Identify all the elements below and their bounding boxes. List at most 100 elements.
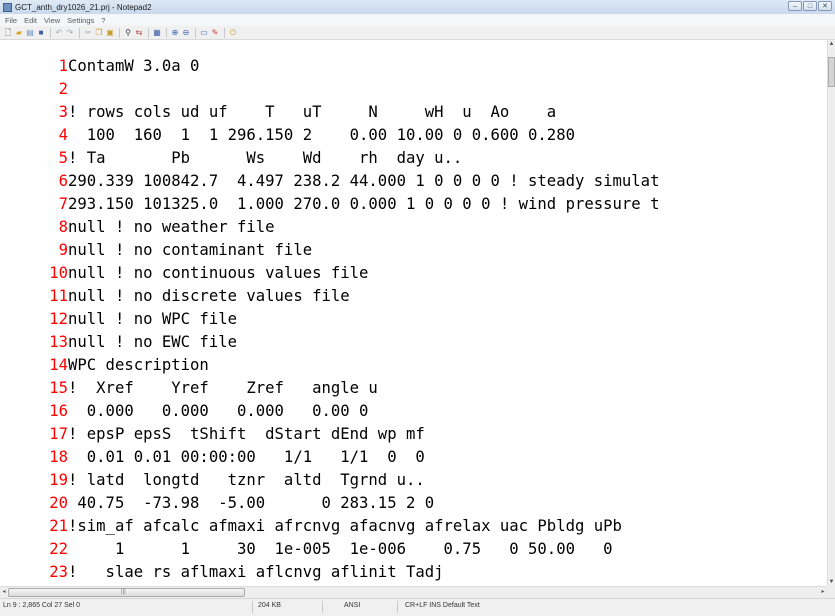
status-divider (252, 601, 253, 613)
close-button[interactable]: ✕ (818, 1, 832, 11)
editor-line: 12null ! no WPC file (0, 308, 237, 331)
line-text: null ! no continuous values file (68, 264, 369, 282)
menu-file[interactable]: File (5, 16, 17, 25)
scroll-grip-icon: ||| (121, 589, 126, 595)
line-number: 6 (58, 172, 68, 190)
scroll-up-arrow-icon[interactable]: ▲ (828, 40, 835, 48)
line-number: 12 (49, 310, 68, 328)
line-number: 11 (49, 287, 68, 305)
line-number: 4 (58, 126, 68, 144)
line-number: 15 (49, 379, 68, 397)
line-number: 5 (58, 149, 68, 167)
line-text: 290.339 100842.7 4.497 238.2 44.000 1 0 … (68, 172, 660, 190)
redo-icon[interactable]: ↷ (65, 28, 75, 38)
scrollbar-corner (827, 586, 835, 598)
find-icon[interactable]: ⚲ (123, 28, 133, 38)
line-text: !sim_af afcalc afmaxi afrcnvg afacnvg af… (68, 517, 622, 535)
maximize-button[interactable]: □ (803, 1, 817, 11)
line-text: 0.01 0.01 00:00:00 1/1 1/1 0 0 (68, 448, 425, 466)
toolbar-separator (195, 27, 196, 38)
status-eol-mode[interactable]: CR+LF INS Default Text (405, 602, 480, 609)
editor-line: 16 0.000 0.000 0.000 0.00 0 (0, 400, 368, 423)
line-text: WPC description (68, 356, 209, 374)
replace-icon[interactable]: ⇆ (134, 28, 144, 38)
line-text: null ! no WPC file (68, 310, 237, 328)
editor-line: 20 40.75 -73.98 -5.00 0 283.15 2 0 (0, 492, 434, 515)
editor-line: 9null ! no contaminant file (0, 239, 313, 262)
line-text: ! rows cols ud uf T uT N wH u Ao a (68, 103, 557, 121)
zoom-in-icon[interactable]: ⊕ (170, 28, 180, 38)
text-editor[interactable]: 1ContamW 3.0a 0 2 3! rows cols ud uf T uT … (0, 40, 827, 586)
line-text: 293.150 101325.0 1.000 270.0 0.000 1 0 0… (68, 195, 660, 213)
paste-icon[interactable]: ▣ (105, 28, 115, 38)
go-to-icon[interactable]: ▦ (152, 28, 162, 38)
line-number: 9 (58, 241, 68, 259)
open-folder-icon[interactable]: ▰ (14, 28, 24, 38)
line-text: ! slae rs aflmaxi aflcnvg aflinit Tadj (68, 563, 444, 581)
editor-line: 21!sim_af afcalc afmaxi afrcnvg afacnvg … (0, 515, 622, 538)
horizontal-scroll-thumb[interactable]: ||| (8, 588, 245, 597)
line-number: 8 (58, 218, 68, 236)
line-text: ContamW 3.0a 0 (68, 57, 200, 75)
new-file-icon[interactable]: 🗋 (3, 28, 13, 38)
editor-line: 11null ! no discrete values file (0, 285, 350, 308)
line-text: null ! no discrete values file (68, 287, 350, 305)
status-divider (397, 601, 398, 613)
line-text: ! Ta Pb Ws Wd rh day u.. (68, 149, 463, 167)
save-icon[interactable]: ■ (36, 28, 46, 38)
menu-view[interactable]: View (44, 16, 60, 25)
window-controls: – □ ✕ (788, 1, 832, 11)
status-encoding[interactable]: ANSI (344, 602, 360, 609)
window-title: GCT_anth_dry1026_21.prj - Notepad2 (15, 2, 152, 12)
browse-icon[interactable]: ▤ (25, 28, 35, 38)
line-text: 0.000 0.000 0.000 0.00 0 (68, 402, 369, 420)
toolbar-separator (224, 27, 225, 38)
editor-line: 13null ! no EWC file (0, 331, 237, 354)
minimize-button[interactable]: – (788, 1, 802, 11)
status-divider (322, 601, 323, 613)
line-number: 2 (58, 80, 68, 98)
menu-settings[interactable]: Settings (67, 16, 94, 25)
editor-line: 22 1 1 30 1e-005 1e-006 0.75 0 50.00 0 (0, 538, 613, 561)
copy-icon[interactable]: ❐ (94, 28, 104, 38)
status-bar: Ln 9 : 2,865 Col 27 Sel 0 204 KB ANSI CR… (0, 598, 835, 616)
editor-line: 5! Ta Pb Ws Wd rh day u.. (0, 147, 463, 170)
horizontal-scrollbar[interactable]: ◂ ||| ▸ (0, 586, 827, 598)
line-text: 40.75 -73.98 -5.00 0 283.15 2 0 (68, 494, 435, 512)
title-bar: GCT_anth_dry1026_21.prj - Notepad2 – □ ✕ (0, 0, 835, 14)
scroll-left-arrow-icon[interactable]: ◂ (0, 587, 8, 598)
notepad-app-icon (3, 2, 12, 12)
line-text: null ! no weather file (68, 218, 275, 236)
line-number: 18 (49, 448, 68, 466)
editor-line: 14WPC description (0, 354, 209, 377)
menu-edit[interactable]: Edit (24, 16, 37, 25)
editor-line: 1ContamW 3.0a 0 (0, 55, 200, 78)
undo-icon[interactable]: ↶ (54, 28, 64, 38)
scheme-icon[interactable]: ✎ (210, 28, 220, 38)
editor-line: 4 100 160 1 1 296.150 2 0.00 10.00 0 0.6… (0, 124, 575, 147)
line-number: 17 (49, 425, 68, 443)
scroll-right-arrow-icon[interactable]: ▸ (819, 587, 827, 598)
menu-help[interactable]: ? (101, 16, 105, 25)
line-text: 1 1 30 1e-005 1e-006 0.75 0 50.00 0 (68, 540, 613, 558)
line-number: 7 (58, 195, 68, 213)
line-number: 23 (49, 563, 68, 581)
scroll-down-arrow-icon[interactable]: ▼ (828, 578, 835, 586)
vertical-scrollbar[interactable]: ▲ ▼ (827, 40, 835, 586)
vertical-scroll-thumb[interactable] (828, 57, 835, 87)
status-position: Ln 9 : 2,865 Col 27 Sel 0 (3, 602, 81, 609)
cut-icon[interactable]: ✂ (83, 28, 93, 38)
editor-line: 3! rows cols ud uf T uT N wH u Ao a (0, 101, 557, 124)
editor-line: 17! epsP epsS tShift dStart dEnd wp mf (0, 423, 425, 446)
line-text: ! Xref Yref Zref angle u (68, 379, 378, 397)
editor-line: 10null ! no continuous values file (0, 262, 368, 285)
word-wrap-icon[interactable]: ▭ (199, 28, 209, 38)
line-number: 3 (58, 103, 68, 121)
zoom-out-icon[interactable]: ⊖ (181, 28, 191, 38)
line-number: 22 (49, 540, 68, 558)
line-number: 21 (49, 517, 68, 535)
toolbar-separator (119, 27, 120, 38)
editor-line: 23! slae rs aflmaxi aflcnvg aflinit Tadj (0, 561, 444, 584)
line-number: 10 (49, 264, 68, 282)
exit-icon[interactable]: ⏻ (228, 28, 238, 38)
